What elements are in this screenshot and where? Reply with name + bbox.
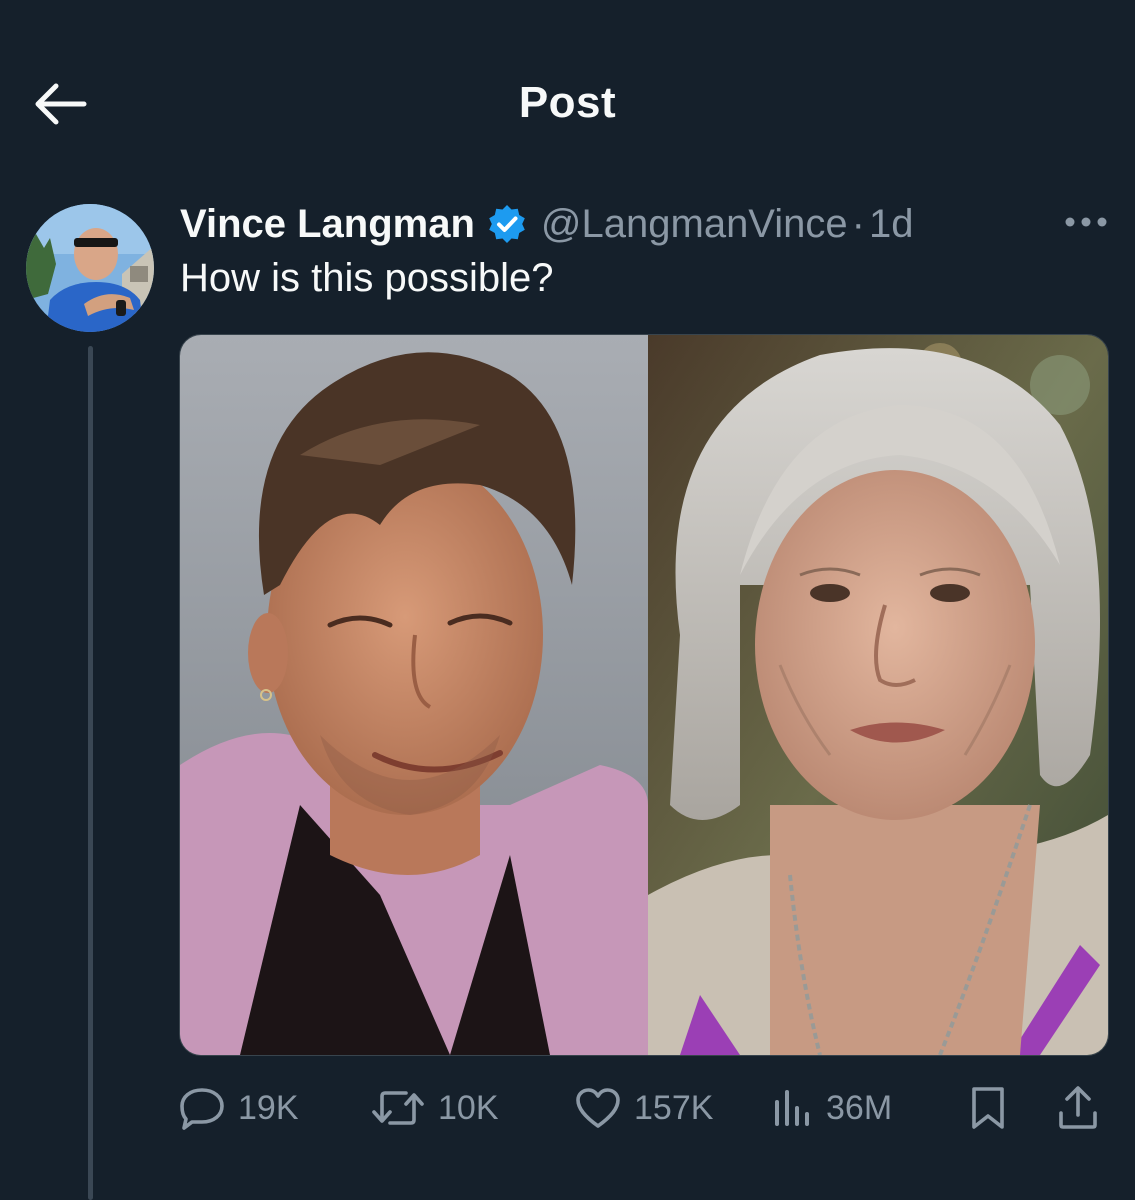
repost-count: 10K <box>438 1088 499 1127</box>
views-button[interactable]: 36M <box>770 1080 892 1136</box>
more-options-button[interactable] <box>1058 198 1114 246</box>
views-count: 36M <box>826 1088 893 1127</box>
avatar-icon <box>26 204 154 332</box>
reply-button[interactable]: 19K <box>178 1080 299 1136</box>
like-count: 157K <box>634 1088 714 1127</box>
more-horizontal-icon <box>1065 217 1107 227</box>
heart-icon <box>576 1088 620 1128</box>
separator-dot: · <box>851 201 865 246</box>
bookmark-button[interactable] <box>966 1080 1010 1136</box>
like-button[interactable]: 157K <box>574 1080 713 1136</box>
page-title: Post <box>518 78 617 127</box>
post-text: How is this possible? <box>180 256 554 300</box>
share-icon <box>1059 1086 1097 1129</box>
author-handle[interactable]: @LangmanVince <box>541 202 848 247</box>
avatar[interactable] <box>26 204 154 332</box>
post-header: Vince Langman @LangmanVince · 1d <box>180 196 913 252</box>
repost-button[interactable]: 10K <box>370 1080 499 1136</box>
post-actions-bar: 19K 10K 157K 36M <box>0 1080 1135 1136</box>
post-image[interactable] <box>179 334 1109 1056</box>
reply-icon <box>180 1088 224 1130</box>
thread-connector-line <box>88 346 93 1200</box>
author-display-name[interactable]: Vince Langman <box>180 202 475 247</box>
bookmark-icon <box>972 1087 1004 1129</box>
repost-icon <box>372 1091 424 1125</box>
views-icon <box>775 1090 809 1126</box>
share-button[interactable] <box>1056 1080 1100 1136</box>
post-timestamp[interactable]: 1d <box>869 202 914 247</box>
comparison-photo <box>180 335 1108 1055</box>
reply-count: 19K <box>238 1088 299 1127</box>
top-bar: Post <box>0 0 1135 200</box>
verified-badge-icon <box>489 205 525 243</box>
